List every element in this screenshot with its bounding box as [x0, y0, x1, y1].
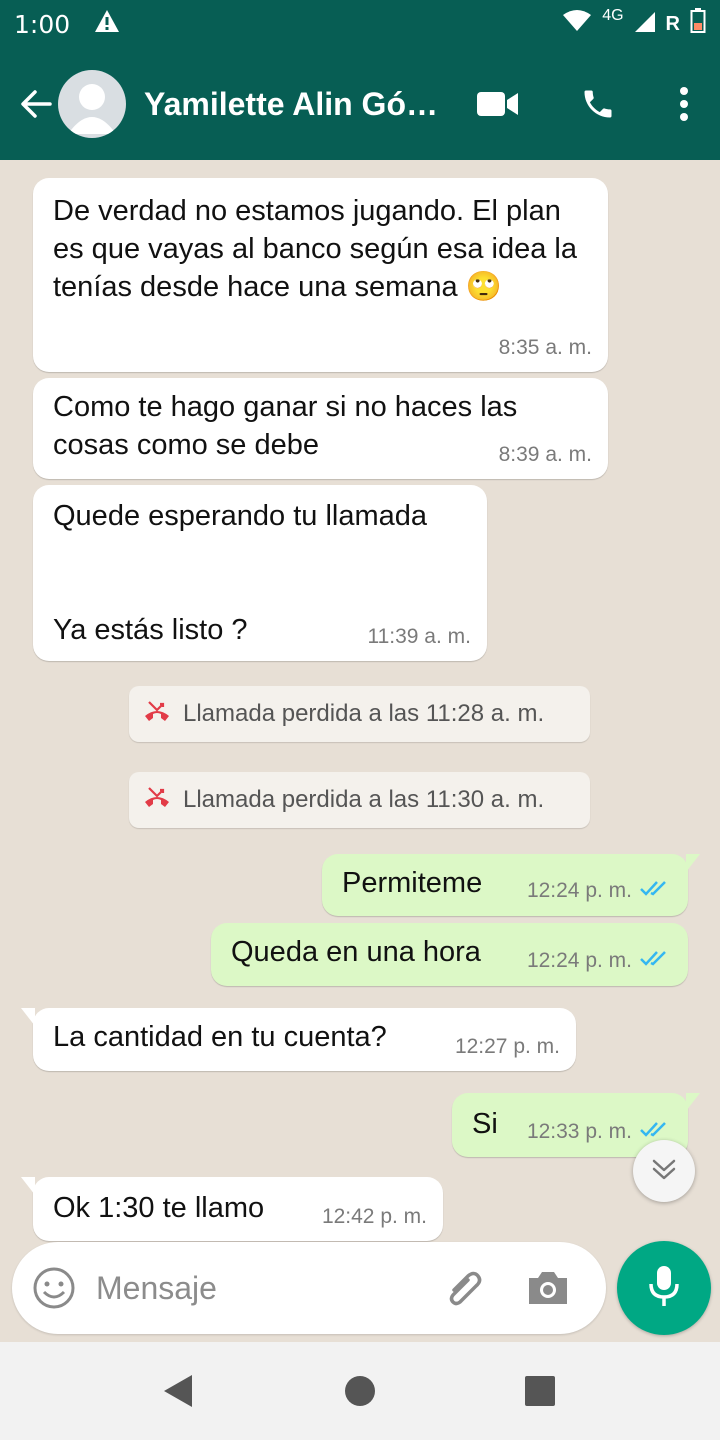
nav-home-icon[interactable]	[338, 1369, 382, 1413]
bubble-tail	[686, 1093, 700, 1111]
status-bar: 1:00 4G R	[0, 0, 720, 48]
network-type: 4G	[602, 7, 624, 24]
message-bubble-incoming[interactable]: Como te hago ganar si no haces las cosas…	[33, 378, 608, 479]
message-meta: 8:35 a. m.	[499, 336, 592, 360]
message-time: 12:42 p. m.	[321, 1205, 427, 1228]
message-bubble-outgoing[interactable]: Permiteme 12:24 p. m.	[322, 854, 700, 916]
message-time: 8:35 a. m.	[498, 336, 592, 359]
message-time: 12:24 p. m.	[526, 879, 632, 902]
message-time: 12:27 p. m.	[454, 1035, 560, 1058]
chat-area[interactable]: De verdad no estamos jugando. El plan es…	[0, 160, 720, 1250]
message-time: 12:33 p. m.	[526, 1120, 632, 1143]
message-input[interactable]	[96, 1269, 426, 1307]
wifi-icon	[562, 9, 592, 40]
message-bubble-incoming[interactable]: Ok 1:30 te llamo 12:42 p. m.	[21, 1177, 443, 1241]
battery-icon	[690, 7, 706, 41]
contact-name[interactable]: Yamilette Alin Gó…	[144, 86, 452, 123]
read-ticks-icon	[640, 948, 672, 974]
missed-call-notice[interactable]: Llamada perdida a las 11:30 a. m.	[129, 772, 590, 828]
missed-call-text: Llamada perdida a las 11:28 a. m.	[183, 700, 545, 727]
message-time: 12:24 p. m.	[526, 949, 632, 972]
roaming-indicator: R	[665, 12, 680, 35]
message-meta: 11:39 a. m.	[367, 625, 471, 649]
avatar[interactable]	[58, 70, 126, 138]
bubble-tail	[21, 1177, 35, 1195]
message-time: 11:39 a. m.	[367, 625, 471, 648]
message-meta: 12:33 p. m.	[527, 1119, 672, 1145]
back-arrow-icon[interactable]	[10, 78, 62, 130]
missed-call-text: Llamada perdida a las 11:30 a. m.	[183, 786, 545, 813]
message-bubble-incoming[interactable]: Quede esperando tu llamada Ya estás list…	[33, 485, 487, 661]
camera-icon[interactable]	[524, 1264, 572, 1312]
scroll-down-button[interactable]	[633, 1140, 695, 1202]
message-text: De verdad no estamos jugando. El plan es…	[53, 195, 586, 303]
chat-header: Yamilette Alin Gó…	[0, 48, 720, 160]
chevron-double-down-icon	[651, 1156, 677, 1187]
bubble-tail	[686, 854, 700, 872]
message-meta: 12:27 p. m.	[455, 1035, 560, 1059]
missed-call-notice[interactable]: Llamada perdida a las 11:28 a. m.	[129, 686, 590, 742]
bubble-tail	[21, 1008, 35, 1026]
more-options-icon[interactable]	[654, 74, 714, 134]
system-navigation-bar	[0, 1342, 720, 1440]
mic-icon	[647, 1264, 681, 1313]
attach-icon[interactable]	[440, 1264, 488, 1312]
nav-back-icon[interactable]	[156, 1369, 200, 1413]
missed-call-icon	[143, 786, 171, 815]
message-bubble-incoming[interactable]: La cantidad en tu cuenta? 12:27 p. m.	[21, 1008, 576, 1071]
message-meta: 12:42 p. m.	[322, 1205, 427, 1229]
status-time: 1:00	[14, 9, 71, 39]
message-bubble-outgoing[interactable]: Queda en una hora 12:24 p. m.	[211, 923, 688, 986]
voice-call-icon[interactable]	[568, 74, 628, 134]
message-meta: 8:39 a. m.	[499, 443, 592, 467]
read-ticks-icon	[640, 878, 672, 904]
message-composer	[12, 1242, 606, 1334]
mic-button[interactable]	[617, 1241, 711, 1335]
warning-icon	[94, 9, 120, 40]
message-meta: 12:24 p. m.	[527, 878, 672, 904]
signal-icon	[634, 9, 656, 40]
missed-call-icon	[143, 700, 171, 729]
message-meta: 12:24 p. m.	[527, 948, 672, 974]
message-bubble-incoming[interactable]: De verdad no estamos jugando. El plan es…	[33, 178, 608, 372]
message-time: 8:39 a. m.	[498, 443, 592, 466]
emoji-icon[interactable]	[32, 1266, 76, 1310]
nav-recents-icon[interactable]	[518, 1369, 562, 1413]
video-call-icon[interactable]	[468, 74, 528, 134]
